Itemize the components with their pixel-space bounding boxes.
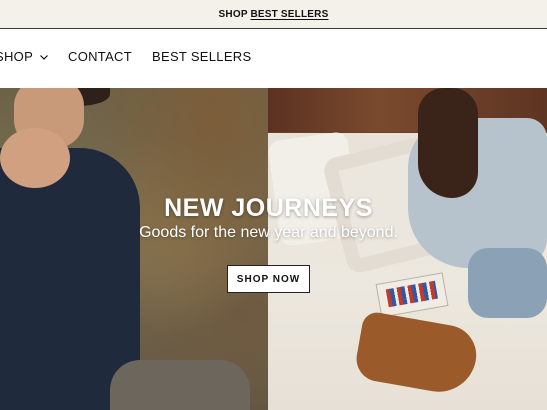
announcement-bar: SHOP BEST SELLERS [0, 0, 547, 29]
main-nav: SHOP CONTACT BEST SELLERS [0, 29, 547, 88]
nav-item-best-sellers[interactable]: BEST SELLERS [152, 49, 251, 64]
nav-item-shop[interactable]: SHOP [0, 49, 49, 64]
hero-banner: NEW JOURNEYS Goods for the new year and … [0, 88, 547, 410]
chevron-down-icon [40, 54, 48, 60]
shop-now-button[interactable]: SHOP NOW [227, 265, 310, 293]
announcement-prefix: SHOP [218, 8, 251, 20]
hero-subtitle: Goods for the new year and beyond. [139, 224, 398, 241]
announcement-link-best-sellers[interactable]: BEST SELLERS [250, 9, 328, 20]
nav-item-shop-label: SHOP [0, 49, 34, 64]
nav-item-best-sellers-label: BEST SELLERS [152, 49, 252, 64]
announcement-text: SHOP BEST SELLERS [219, 9, 329, 20]
nav-item-contact[interactable]: CONTACT [68, 49, 132, 64]
nav-item-contact-label: CONTACT [68, 49, 132, 64]
hero-title: NEW JOURNEYS [164, 194, 373, 222]
hero-overlay: NEW JOURNEYS Goods for the new year and … [0, 88, 547, 410]
